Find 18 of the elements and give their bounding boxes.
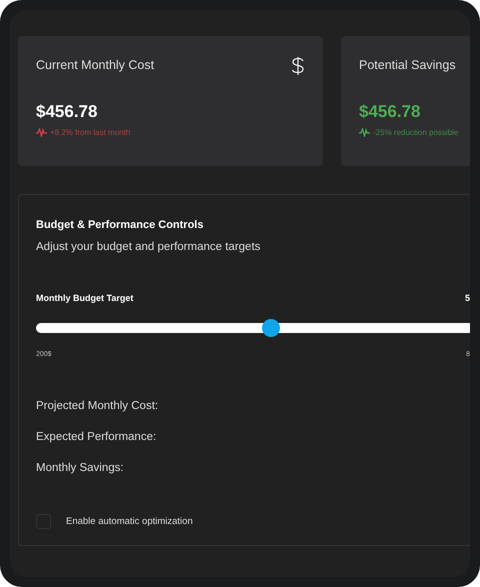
slider-label: Monthly Budget Target (36, 293, 134, 303)
panel-title: Budget & Performance Controls (36, 219, 204, 231)
card-value: $456.78 (359, 102, 420, 122)
summary-label: Monthly Savings: (36, 462, 124, 474)
summary-label: Expected Performance: (36, 431, 156, 443)
pulse-icon (359, 128, 370, 137)
trend-text: -25% reduction possible (373, 128, 458, 137)
summary-label: Projected Monthly Cost: (36, 400, 158, 412)
pulse-icon (36, 128, 47, 137)
slider-value: 5 (464, 293, 470, 303)
panel-subtitle: Adjust your budget and performance targets (36, 241, 260, 253)
checkbox-label: Enable automatic optimization (66, 516, 193, 527)
card-title: Potential Savings (359, 58, 456, 72)
card-title: Current Monthly Cost (36, 58, 154, 72)
dollar-icon (291, 56, 305, 76)
card-value: $456.78 (36, 102, 98, 122)
trend-text: +8.2% from last month (50, 128, 130, 137)
slider-thumb[interactable] (262, 319, 280, 337)
